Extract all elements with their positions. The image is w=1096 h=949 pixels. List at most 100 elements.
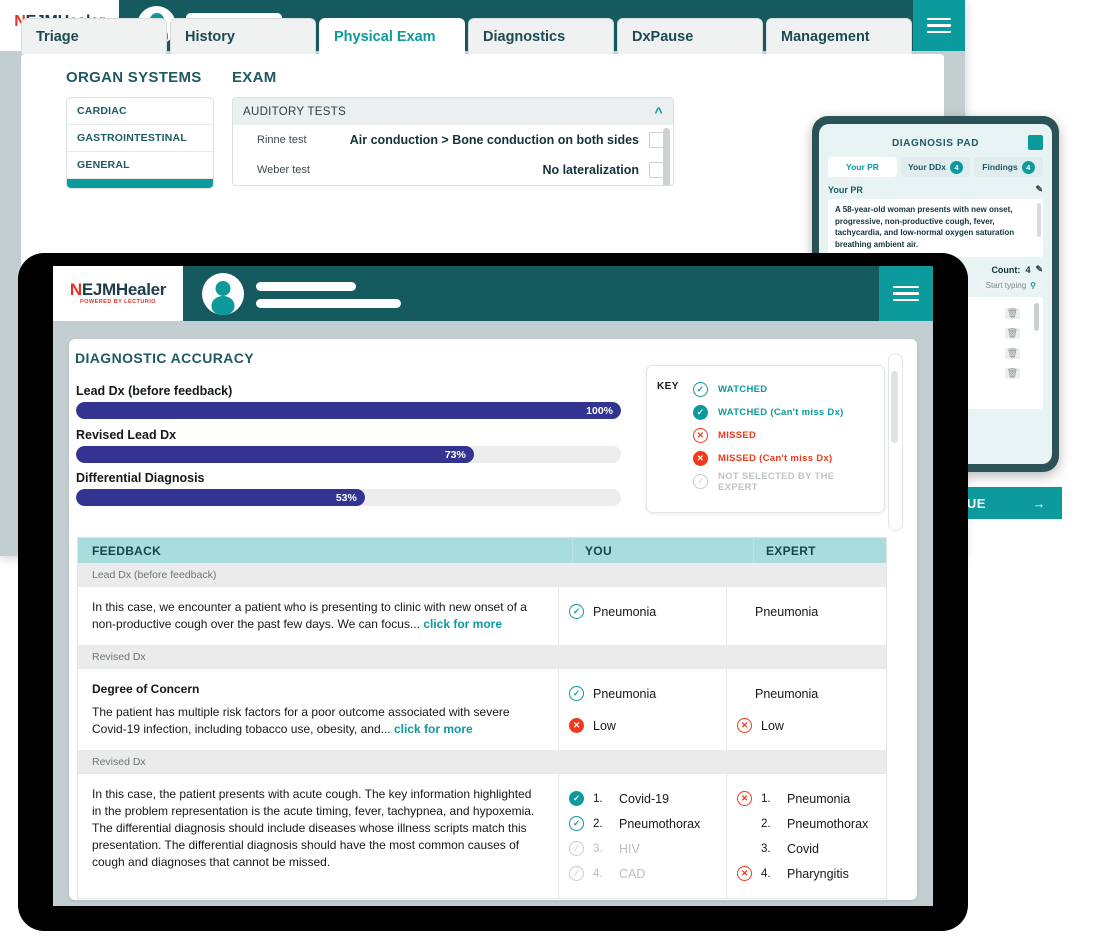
logo-wordmark: NEJMHealer [70, 281, 166, 298]
tab-label: Triage [36, 29, 79, 45]
back-tab-strip[interactable]: Triage History Physical Exam Diagnostics… [21, 18, 912, 54]
dx-label: Low [761, 719, 784, 733]
dxpad-tab-badge: 4 [1022, 161, 1035, 174]
dxpad-pr-text-value: A 58-year-old woman presents with new on… [835, 205, 1014, 249]
tab-triage[interactable]: Triage [21, 18, 167, 54]
expert-dx-item: Pneumonia [737, 681, 876, 706]
organ-system-gastrointestinal[interactable]: GASTROINTESTINAL [67, 125, 213, 152]
card-scrollbar[interactable] [888, 353, 903, 531]
user-avatar[interactable] [202, 273, 244, 315]
dx-label: Pharyngitis [787, 867, 849, 881]
dxpad-list-scrollbar[interactable] [1034, 303, 1039, 331]
dx-rank: 4. [593, 868, 610, 880]
not-selected-icon: ∕ [693, 474, 708, 489]
tab-dxpause[interactable]: DxPause [617, 18, 763, 54]
tab-management[interactable]: Management [766, 18, 912, 54]
logo-tagline: POWERED BY LECTURIO [70, 300, 166, 306]
user-name-placeholder [256, 282, 356, 291]
dx-label: CAD [619, 867, 645, 881]
expert-dx-item: Pneumonia [737, 599, 876, 624]
exam-scrollbar[interactable] [663, 128, 670, 186]
table-row: In this case, we encounter a patient who… [78, 586, 886, 645]
organ-systems-list[interactable]: CARDIAC GASTROINTESTINAL GENERAL [66, 97, 214, 189]
trash-icon[interactable]: 🗑 [1005, 328, 1020, 339]
dx-rank: 4. [761, 868, 778, 880]
organ-system-label: GENERAL [77, 159, 130, 171]
trash-icon[interactable]: 🗑 [1005, 308, 1020, 319]
progress-bar-fill: 53% [76, 489, 365, 506]
progress-bar-label: Revised Lead Dx [76, 428, 621, 442]
feedback-section-subheader: Lead Dx (before feedback) [78, 563, 886, 586]
tab-label: DxPause [632, 29, 693, 45]
nejm-healer-logo[interactable]: NEJMHealer POWERED BY LECTURIO [53, 266, 183, 321]
you-dx-item: ✓ 2. Pneumothorax [569, 811, 716, 836]
hamburger-menu-icon[interactable] [879, 266, 933, 321]
tab-diagnostics[interactable]: Diagnostics [468, 18, 614, 54]
dx-label: Pneumothorax [787, 817, 868, 831]
edit-pencil-icon[interactable]: ✎ [1035, 184, 1043, 195]
expert-cell: ✕ 1. Pneumonia 2. Pneumothorax 3. Covid … [726, 774, 886, 898]
feedback-section-subheader: Revised Dx [78, 645, 886, 668]
dxpad-tab-badge: 4 [950, 161, 963, 174]
trash-icon[interactable]: 🗑 [1005, 368, 1020, 379]
progress-bar-track: 100% [76, 402, 621, 419]
you-cell: ✓ Pneumonia [558, 587, 726, 645]
you-dx-item: ✓ Pneumonia [569, 599, 716, 624]
dxpad-tab-label: Findings [982, 162, 1017, 172]
dx-label: HIV [619, 842, 640, 856]
hamburger-menu-icon[interactable] [913, 0, 965, 51]
dx-label: Pneumonia [593, 687, 656, 701]
dx-label: Covid [787, 842, 819, 856]
watched-icon: ✓ [693, 382, 708, 397]
progress-bar-differential-diagnosis: Differential Diagnosis 53% [76, 471, 621, 506]
logo-n: N [70, 280, 82, 299]
diagnostic-accuracy-title: DIAGNOSTIC ACCURACY [75, 350, 254, 366]
legend-row-watched: ✓ WATCHED [693, 378, 874, 401]
card-scrollbar-thumb[interactable] [891, 371, 898, 443]
exam-group-header-auditory-tests[interactable]: AUDITORY TESTS ^ [233, 98, 673, 125]
click-for-more-link[interactable]: click for more [394, 722, 473, 736]
diagnosis-pad-collapse-icon[interactable] [1028, 135, 1043, 150]
watched-icon: ✓ [569, 604, 584, 619]
logo-healer: Healer [116, 280, 166, 299]
feedback-table: FEEDBACK YOU EXPERT Lead Dx (before feed… [77, 537, 887, 899]
organ-system-general[interactable]: GENERAL [67, 152, 213, 179]
legend-label: MISSED [718, 430, 756, 441]
dxpad-count-label: Count: [991, 265, 1020, 275]
click-for-more-link[interactable]: click for more [423, 617, 502, 631]
watched-icon: ✓ [569, 686, 584, 701]
legend-label: WATCHED (Can't miss Dx) [718, 407, 844, 418]
dxpad-tab-findings[interactable]: Findings 4 [974, 157, 1043, 177]
search-icon[interactable]: ⚲ [1030, 281, 1036, 290]
edit-pencil-icon[interactable]: ✎ [1035, 264, 1043, 275]
dxpad-tab-your-pr[interactable]: Your PR [828, 157, 897, 177]
dx-rank: 1. [593, 793, 610, 805]
not-selected-icon: ∕ [569, 866, 584, 881]
dxpad-search-placeholder: Start typing [986, 281, 1026, 290]
exam-group-title: AUDITORY TESTS [243, 106, 346, 118]
watched-cant-miss-icon: ✓ [569, 791, 584, 806]
legend-row-missed-cant-miss: ✕ MISSED (Can't miss Dx) [693, 447, 874, 470]
organ-systems-heading: ORGAN SYSTEMS [66, 69, 202, 86]
dxpad-pr-text[interactable]: A 58-year-old woman presents with new on… [828, 199, 1043, 257]
you-dx-item: ∕ 3. HIV [569, 836, 716, 861]
front-app-header: NEJMHealer POWERED BY LECTURIO [53, 266, 933, 321]
column-header-feedback: FEEDBACK [78, 538, 572, 563]
dx-rank: 2. [761, 818, 778, 830]
dxpad-pr-scrollbar[interactable] [1037, 203, 1041, 237]
exam-row-label: Weber test [257, 164, 335, 176]
expert-cell: Pneumonia [726, 587, 886, 645]
legend-label: MISSED (Can't miss Dx) [718, 453, 832, 464]
expert-dx-item: ✕ 1. Pneumonia [737, 786, 876, 811]
organ-system-cardiac[interactable]: CARDIAC [67, 98, 213, 125]
trash-icon[interactable]: 🗑 [1005, 348, 1020, 359]
expert-dx-item: ✕ Low [737, 713, 876, 738]
tab-label: Physical Exam [334, 29, 436, 45]
tab-physical-exam[interactable]: Physical Exam [319, 18, 465, 54]
tab-history[interactable]: History [170, 18, 316, 54]
tab-label: Diagnostics [483, 29, 565, 45]
organ-system-selected[interactable] [67, 179, 213, 188]
dxpad-tab-your-ddx[interactable]: Your DDx 4 [901, 157, 970, 177]
chevron-up-icon[interactable]: ^ [655, 104, 663, 120]
diagnosis-pad-tabs[interactable]: Your PR Your DDx 4 Findings 4 [828, 157, 1043, 177]
